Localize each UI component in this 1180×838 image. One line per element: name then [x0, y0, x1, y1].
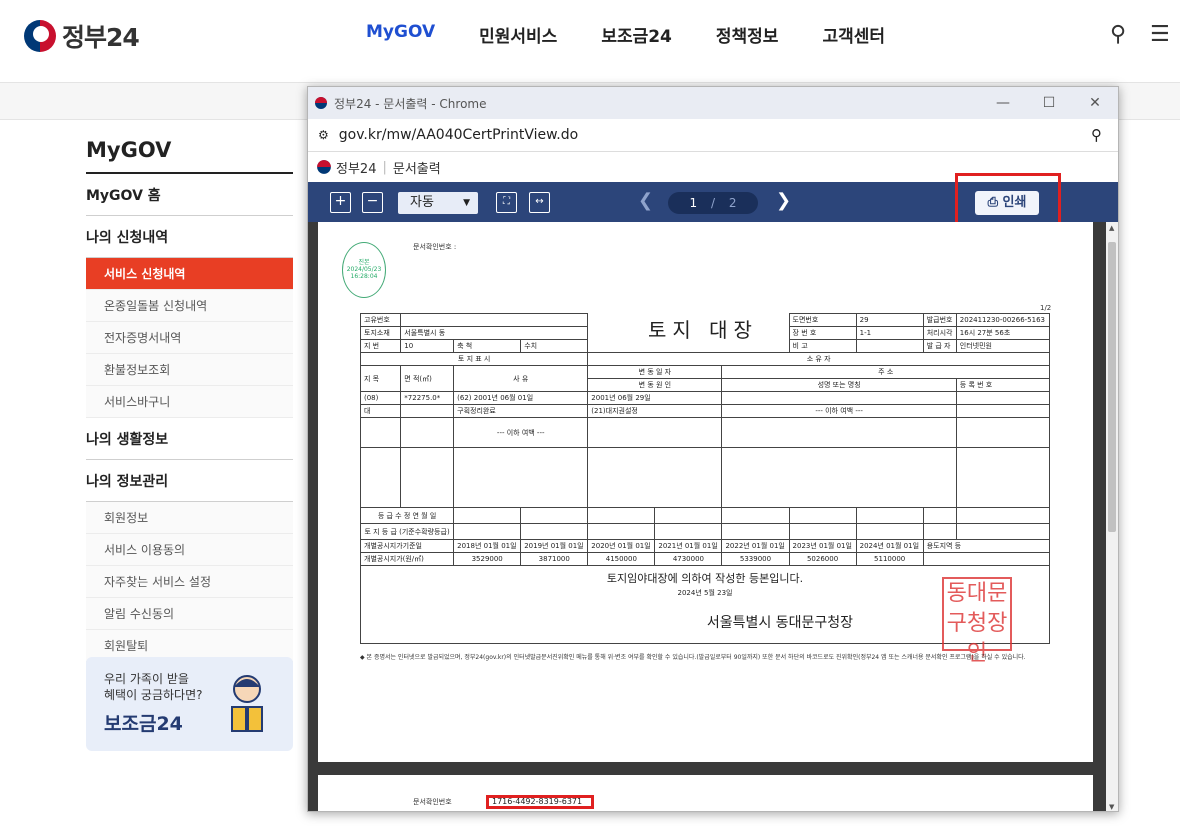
zoom-icon[interactable]: ⚲ [1091, 126, 1102, 144]
logo[interactable]: 정부24 [24, 18, 140, 54]
document-viewer: 진본 2024/05/23 16:28:04 문서확인번호 : 1/2 토지 대… [308, 222, 1108, 811]
prev-page-icon[interactable]: ❮ [638, 190, 653, 211]
table-row: --- 이하 여백 --- [359, 417, 1051, 448]
sidebar-item-mygov-home[interactable]: MyGOV 홈 [86, 174, 293, 216]
sidebar-item-refund-info[interactable]: 환불정보조회 [86, 354, 293, 386]
taegeuk-logo-icon [24, 20, 56, 52]
chevron-down-icon: ▼ [463, 198, 470, 208]
next-page-icon[interactable]: ❯ [776, 190, 791, 211]
search-icon[interactable]: ⚲ [1110, 22, 1126, 47]
person-with-gift-icon [231, 675, 263, 732]
zoom-in-icon[interactable]: + [330, 192, 351, 213]
sidebar-item-life-info[interactable]: 나의 생활정보 [86, 418, 293, 460]
scrollbar-thumb[interactable] [1108, 242, 1116, 532]
viewer-scrollbar[interactable]: ▲ ▼ [1106, 222, 1118, 811]
page2-confirm-label: 문서확인번호 [413, 798, 452, 806]
page-header-site: 정부24 [336, 161, 377, 177]
sidebar-item-service-consent[interactable]: 서비스 이용동의 [86, 534, 293, 566]
main-nav: MyGOV 민원서비스 보조금24 정책정보 고객센터 [366, 22, 929, 47]
sidebar-item-applications[interactable]: 나의 신청내역 [86, 216, 293, 258]
zoom-out-icon[interactable]: − [362, 192, 383, 213]
menu-icon[interactable]: ☰ [1150, 22, 1170, 47]
print-popup-window: 정부24 - 문서출력 - Chrome — ☐ ✕ ⚙ gov.kr/mw/A… [307, 86, 1119, 812]
page-header-title: 문서출력 [392, 161, 441, 177]
nav-customer-center[interactable]: 고객센터 [822, 22, 885, 47]
price-row: 개별공시지가(원/㎡) 3529000 3871000 4150000 4730… [359, 552, 1051, 566]
price-date-row: 개별공시지가기준일 2018년 01월 01일 2019년 01월 01일 20… [359, 539, 1051, 553]
minimize-icon[interactable]: — [980, 95, 1026, 111]
subsidy-promo-banner[interactable]: 우리 가족이 받을 혜택이 궁금하다면? 보조금24 [86, 657, 293, 751]
sidebar-item-service-basket[interactable]: 서비스바구니 [86, 386, 293, 418]
official-seal: 동대문 구청장인 [942, 577, 1012, 666]
page-count-label: 1/2 [1040, 304, 1052, 312]
maximize-icon[interactable]: ☐ [1026, 95, 1072, 111]
logo-text: 정부24 [62, 23, 140, 52]
popup-window-title: 정부24 - 문서출력 - Chrome [334, 96, 487, 111]
confirm-number-label: 문서확인번호 : [413, 243, 457, 251]
sidebar-item-e-certificates[interactable]: 전자증명서내역 [86, 322, 293, 354]
address-bar[interactable]: ⚙ gov.kr/mw/AA040CertPrintView.do ⚲ [308, 119, 1118, 152]
sidebar-item-service-applications[interactable]: 서비스 신청내역 [86, 258, 293, 290]
gov24-logo-icon [317, 160, 331, 174]
nav-policy[interactable]: 정책정보 [716, 22, 779, 47]
sidebar-item-favorite-services[interactable]: 자주찾는 서비스 설정 [86, 566, 293, 598]
authenticity-stamp: 진본 2024/05/23 16:28:04 [342, 242, 386, 298]
close-icon[interactable]: ✕ [1072, 95, 1118, 111]
table-row [359, 447, 1051, 508]
page-total: 2 [728, 196, 737, 210]
fit-width-icon[interactable]: ↔ [529, 192, 550, 213]
url-text[interactable]: gov.kr/mw/AA040CertPrintView.do [339, 127, 578, 143]
document-page-2: 문서확인번호 1716-4492-8319-6371 [318, 775, 1093, 811]
zoom-mode-value: 자동 [410, 195, 434, 210]
site-header: 정부24 MyGOV 민원서비스 보조금24 정책정보 고객센터 ⚲ ☰ [0, 0, 1180, 82]
sidebar: MyGOV MyGOV 홈 나의 신청내역 서비스 신청내역 온종일돌봄 신청내… [86, 138, 293, 662]
nav-mygov[interactable]: MyGOV [366, 22, 435, 47]
nav-subsidy24[interactable]: 보조금24 [601, 22, 672, 47]
site-settings-icon[interactable]: ⚙ [318, 128, 329, 142]
site-favicon-icon [315, 97, 327, 109]
scroll-down-icon[interactable]: ▼ [1109, 803, 1114, 811]
scroll-up-icon[interactable]: ▲ [1109, 224, 1114, 232]
sidebar-item-daycare-applications[interactable]: 온종일돌봄 신청내역 [86, 290, 293, 322]
sidebar-item-notification-consent[interactable]: 알림 수신동의 [86, 598, 293, 630]
fit-page-icon[interactable]: ⛶ [496, 192, 517, 213]
document-page-1: 진본 2024/05/23 16:28:04 문서확인번호 : 1/2 토지 대… [318, 222, 1093, 762]
sidebar-item-member-info[interactable]: 회원정보 [86, 502, 293, 534]
sidebar-title: MyGOV [86, 138, 293, 174]
sidebar-item-info-management[interactable]: 나의 정보관리 [86, 460, 293, 502]
popup-titlebar: 정부24 - 문서출력 - Chrome — ☐ ✕ [308, 87, 1118, 119]
footnote: ◆ 본 증명서는 인터넷으로 발급되었으며, 정부24(gov.kr)의 인터넷… [360, 654, 1026, 661]
zoom-mode-select[interactable]: 자동 ▼ [398, 192, 478, 214]
table-row: (08) *72275.0* (62) 2001년 06월 01일 2001년 … [359, 391, 1051, 405]
nav-civil-service[interactable]: 민원서비스 [479, 22, 557, 47]
window-controls: — ☐ ✕ [980, 95, 1118, 111]
page-current: 1 [689, 196, 698, 210]
page2-confirm-number: 1716-4492-8319-6371 [492, 797, 583, 806]
page-indicator: 1 / 2 [668, 192, 758, 214]
confirm-number-highlight: 1716-4492-8319-6371 [486, 795, 594, 809]
table-row: 대 구획정리완료 (21)대지권설정 --- 이하 여백 --- [359, 404, 1051, 418]
